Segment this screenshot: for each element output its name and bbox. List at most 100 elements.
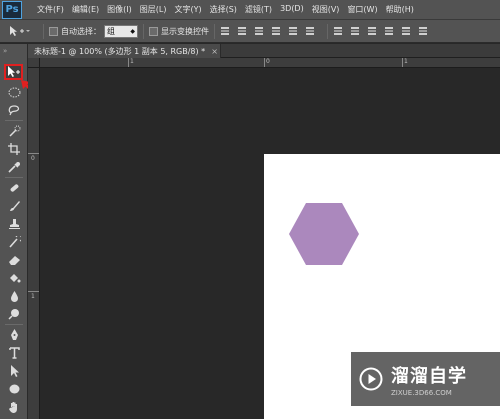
auto-select-dropdown[interactable]: 组 ◆ bbox=[104, 24, 138, 38]
photoshop-logo: Ps bbox=[2, 0, 22, 19]
menu-window[interactable]: 窗口(W) bbox=[343, 4, 381, 15]
brush-tool-button[interactable] bbox=[6, 198, 22, 214]
options-bar: 自动选择： 组 ◆ 显示变换控件 bbox=[0, 20, 500, 43]
move-tool-icon bbox=[7, 66, 20, 77]
eyedropper-tool-button[interactable] bbox=[6, 159, 22, 175]
watermark: 溜溜自学 ZIXUE.3D66.COM bbox=[351, 352, 500, 406]
hand-tool-button[interactable] bbox=[6, 399, 22, 415]
distribute-vcenter-icon[interactable] bbox=[350, 26, 360, 36]
align-vcenter-icon[interactable] bbox=[237, 26, 247, 36]
clone-stamp-tool-button[interactable] bbox=[6, 216, 22, 232]
align-left-icon[interactable] bbox=[271, 26, 281, 36]
shape-icon bbox=[9, 384, 19, 394]
dropdown-arrow-icon: ◆ bbox=[130, 27, 135, 35]
menu-filter[interactable]: 滤镜(T) bbox=[241, 4, 276, 15]
lasso-icon bbox=[8, 105, 19, 116]
separator bbox=[43, 23, 44, 39]
pen-icon bbox=[10, 329, 18, 340]
align-bottom-icon[interactable] bbox=[254, 26, 264, 36]
healing-brush-icon bbox=[10, 184, 18, 192]
move-tool-button[interactable] bbox=[4, 64, 23, 80]
marquee-icon bbox=[8, 87, 20, 97]
toolbar-divider bbox=[5, 324, 23, 325]
menu-type[interactable]: 文字(Y) bbox=[170, 4, 205, 15]
type-tool-button[interactable] bbox=[6, 345, 22, 361]
vertical-ruler[interactable]: 0 1 bbox=[28, 68, 40, 419]
paint-bucket-icon bbox=[9, 274, 20, 283]
watermark-title: 溜溜自学 bbox=[391, 365, 467, 387]
watermark-url: ZIXUE.3D66.COM bbox=[391, 388, 452, 397]
path-select-tool-button[interactable] bbox=[6, 363, 22, 379]
separator bbox=[327, 23, 328, 39]
dodge-tool-button[interactable] bbox=[6, 306, 22, 322]
auto-select-value: 组 bbox=[107, 26, 115, 36]
auto-select-checkbox[interactable] bbox=[49, 26, 58, 36]
path-select-icon bbox=[10, 365, 19, 377]
menu-bar: Ps 文件(F) 编辑(E) 图像(I) 图层(L) 文字(Y) 选择(S) 滤… bbox=[0, 0, 500, 20]
quick-select-tool-button[interactable] bbox=[6, 123, 22, 139]
document-tab-bar: 未标题-1 @ 100% (多边形 1 副本 5, RGB/8) * × bbox=[28, 44, 500, 58]
close-tab-icon[interactable]: × bbox=[211, 47, 218, 56]
brush-icon bbox=[9, 201, 20, 211]
dodge-icon bbox=[7, 309, 19, 320]
move-tool-preset-icon bbox=[10, 26, 30, 36]
eyedropper-icon bbox=[7, 162, 20, 173]
document-tab-title: 未标题-1 @ 100% (多边形 1 副本 5, RGB/8) * bbox=[34, 46, 206, 56]
distribute-top-icon[interactable] bbox=[333, 26, 343, 36]
menu-select[interactable]: 选择(S) bbox=[206, 4, 241, 15]
play-logo-icon bbox=[359, 367, 383, 391]
type-icon bbox=[8, 347, 20, 359]
separator bbox=[214, 23, 215, 39]
distribute-right-icon[interactable] bbox=[418, 26, 428, 36]
blur-tool-button[interactable] bbox=[6, 288, 22, 304]
tools-panel: » bbox=[0, 44, 28, 419]
eraser-icon bbox=[8, 256, 20, 265]
panel-collapse-icon[interactable]: » bbox=[3, 47, 7, 55]
show-transform-label: 显示变换控件 bbox=[161, 26, 209, 36]
horizontal-ruler[interactable]: 1 0 1 bbox=[40, 58, 500, 68]
crop-tool-button[interactable] bbox=[6, 141, 22, 157]
eraser-tool-button[interactable] bbox=[6, 252, 22, 268]
history-brush-tool-button[interactable] bbox=[6, 234, 22, 250]
ruler-label: 0 bbox=[31, 155, 35, 162]
align-top-icon[interactable] bbox=[220, 26, 230, 36]
crop-icon bbox=[7, 143, 20, 155]
menu-image[interactable]: 图像(I) bbox=[103, 4, 136, 15]
history-brush-icon bbox=[8, 236, 21, 248]
clone-stamp-icon bbox=[8, 219, 20, 229]
separator bbox=[143, 23, 144, 39]
menu-file[interactable]: 文件(F) bbox=[33, 4, 68, 15]
toolbar-divider bbox=[5, 120, 23, 121]
ruler-origin[interactable] bbox=[28, 58, 40, 68]
ruler-label: 1 bbox=[404, 58, 408, 65]
document-tab[interactable]: 未标题-1 @ 100% (多边形 1 副本 5, RGB/8) * × bbox=[28, 44, 221, 58]
marquee-tool-button[interactable] bbox=[6, 84, 22, 100]
menu-3d[interactable]: 3D(D) bbox=[276, 4, 308, 15]
quick-select-icon bbox=[8, 125, 20, 137]
distribute-bottom-icon[interactable] bbox=[367, 26, 377, 36]
blur-icon bbox=[10, 291, 18, 302]
ruler-label: 1 bbox=[130, 58, 134, 65]
align-hcenter-icon[interactable] bbox=[288, 26, 298, 36]
toolbar-divider bbox=[5, 177, 23, 178]
lasso-tool-button[interactable] bbox=[6, 102, 22, 118]
hexagon-shape[interactable] bbox=[288, 202, 360, 266]
pen-tool-button[interactable] bbox=[6, 327, 22, 343]
menu-help[interactable]: 帮助(H) bbox=[382, 4, 418, 15]
healing-brush-tool-button[interactable] bbox=[6, 180, 22, 196]
paint-bucket-tool-button[interactable] bbox=[6, 270, 22, 286]
show-transform-checkbox[interactable] bbox=[149, 26, 158, 36]
hand-icon bbox=[8, 401, 17, 413]
distribute-hcenter-icon[interactable] bbox=[401, 26, 411, 36]
auto-select-label: 自动选择： bbox=[61, 26, 101, 36]
shape-tool-button[interactable] bbox=[6, 381, 22, 397]
tool-preset-picker[interactable] bbox=[8, 23, 38, 40]
menu-list: 文件(F) 编辑(E) 图像(I) 图层(L) 文字(Y) 选择(S) 滤镜(T… bbox=[30, 4, 418, 15]
ruler-label: 0 bbox=[266, 58, 270, 65]
align-right-icon[interactable] bbox=[305, 26, 315, 36]
ruler-label: 1 bbox=[31, 293, 35, 300]
menu-layer[interactable]: 图层(L) bbox=[136, 4, 171, 15]
distribute-left-icon[interactable] bbox=[384, 26, 394, 36]
menu-view[interactable]: 视图(V) bbox=[308, 4, 344, 15]
menu-edit[interactable]: 编辑(E) bbox=[68, 4, 103, 15]
